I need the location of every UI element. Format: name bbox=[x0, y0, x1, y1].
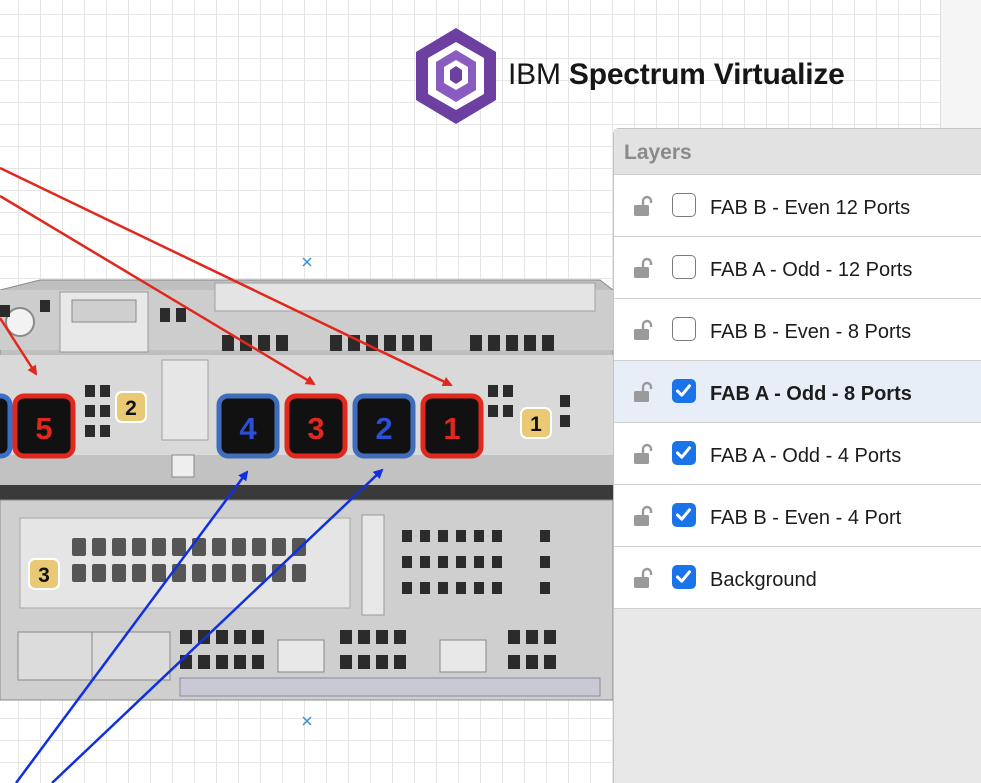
selection-handle-icon[interactable] bbox=[302, 257, 312, 267]
layers-panel: Layers FAB B - Even 12 Ports FAB A - Odd … bbox=[613, 128, 981, 783]
layer-row[interactable]: FAB B - Even - 4 Port bbox=[614, 485, 981, 547]
layer-label[interactable]: FAB A - Odd - 8 Ports bbox=[710, 383, 912, 406]
layer-visibility-checkbox[interactable] bbox=[672, 565, 696, 589]
selection-handle-icon[interactable] bbox=[302, 716, 312, 726]
unlock-icon[interactable] bbox=[631, 567, 653, 589]
svg-text:2: 2 bbox=[125, 397, 137, 420]
layer-list: FAB B - Even 12 Ports FAB A - Odd - 12 Po… bbox=[614, 175, 981, 609]
unlock-icon[interactable] bbox=[631, 195, 653, 217]
slot-badge-2: 2 bbox=[115, 391, 147, 423]
layer-visibility-checkbox[interactable] bbox=[672, 193, 696, 217]
port-3-label: 3 bbox=[307, 411, 324, 446]
vertical-scrollbar[interactable] bbox=[940, 0, 981, 128]
layer-label[interactable]: Background bbox=[710, 569, 817, 592]
unlock-icon[interactable] bbox=[631, 381, 653, 403]
layer-visibility-checkbox[interactable] bbox=[672, 379, 696, 403]
layer-visibility-checkbox[interactable] bbox=[672, 317, 696, 341]
slot-badge-3: 3 bbox=[28, 558, 60, 590]
port-4[interactable]: 4 bbox=[216, 393, 280, 459]
port-3[interactable]: 3 bbox=[284, 393, 348, 459]
port-2[interactable]: 2 bbox=[352, 393, 416, 459]
port-6-partial bbox=[0, 393, 13, 459]
port-2-label: 2 bbox=[375, 411, 392, 446]
layer-label[interactable]: FAB B - Even 12 Ports bbox=[710, 197, 910, 220]
layer-label[interactable]: FAB B - Even - 8 Ports bbox=[710, 321, 911, 344]
product-logo-text: IBM Spectrum Virtualize bbox=[508, 58, 845, 92]
layer-visibility-checkbox[interactable] bbox=[672, 441, 696, 465]
layer-row[interactable]: FAB A - Odd - 4 Ports bbox=[614, 423, 981, 485]
svg-text:3: 3 bbox=[38, 564, 50, 587]
unlock-icon[interactable] bbox=[631, 443, 653, 465]
logo-brand: IBM bbox=[508, 58, 561, 91]
layer-row[interactable]: FAB B - Even - 8 Ports bbox=[614, 299, 981, 361]
server-chassis-image[interactable] bbox=[0, 279, 614, 701]
layer-label[interactable]: FAB A - Odd - 4 Ports bbox=[710, 445, 901, 468]
port-4-label: 4 bbox=[239, 411, 257, 446]
layers-panel-title: Layers bbox=[614, 129, 981, 175]
svg-text:1: 1 bbox=[530, 413, 542, 436]
port-1[interactable]: 1 bbox=[420, 393, 484, 459]
unlock-icon[interactable] bbox=[631, 257, 653, 279]
layer-visibility-checkbox[interactable] bbox=[672, 255, 696, 279]
port-5[interactable]: 5 bbox=[12, 393, 76, 459]
layer-row[interactable]: Background bbox=[614, 547, 981, 609]
layer-row[interactable]: FAB A - Odd - 12 Ports bbox=[614, 237, 981, 299]
port-5-label: 5 bbox=[35, 411, 52, 446]
slot-badge-1: 1 bbox=[520, 407, 552, 439]
ibm-spectrum-cube-logo-icon bbox=[416, 28, 496, 124]
layer-label[interactable]: FAB B - Even - 4 Port bbox=[710, 507, 901, 530]
layer-row[interactable]: FAB A - Odd - 8 Ports bbox=[614, 361, 981, 423]
layer-visibility-checkbox[interactable] bbox=[672, 503, 696, 527]
port-1-label: 1 bbox=[443, 411, 460, 446]
layer-label[interactable]: FAB A - Odd - 12 Ports bbox=[710, 259, 912, 282]
unlock-icon[interactable] bbox=[631, 319, 653, 341]
layer-row[interactable]: FAB B - Even 12 Ports bbox=[614, 175, 981, 237]
unlock-icon[interactable] bbox=[631, 505, 653, 527]
logo-product-name: Spectrum Virtualize bbox=[568, 58, 845, 91]
